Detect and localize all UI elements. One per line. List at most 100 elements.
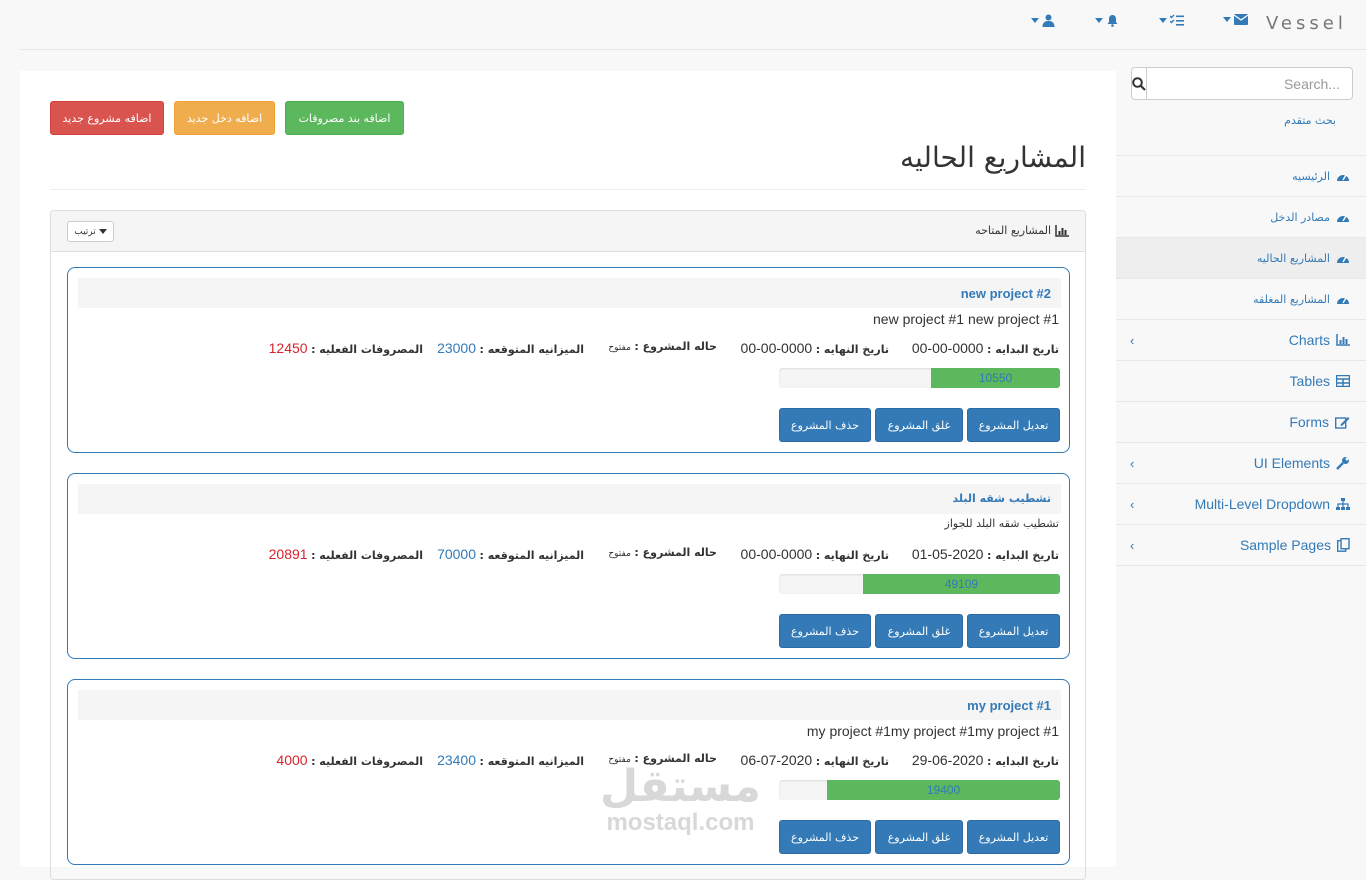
start-date-label: تاريخ البدايه :: [986, 755, 1059, 768]
top-navbar: Vessel: [20, 0, 1366, 50]
sidebar-item-sample-pages[interactable]: ‹ Sample Pages: [1116, 525, 1366, 566]
expected-budget: الميزانيه المتوقعه : 23400: [437, 752, 584, 768]
actual-expenses-label: المصروفات الفعليه :: [311, 755, 423, 768]
alerts-dropdown[interactable]: [1095, 14, 1119, 27]
panel-header: المشاريع المتاحه ترتيب: [51, 211, 1085, 252]
progress-bar-fill: 10550: [931, 368, 1060, 388]
add-income-button[interactable]: اضافه دخل جديد: [174, 101, 275, 135]
project-description: new project #1 new project #1: [873, 311, 1059, 327]
advanced-search-link[interactable]: بحث متقدم: [1284, 114, 1336, 127]
panel-title: المشاريع المتاحه: [975, 224, 1069, 237]
sidebar-item-label: Forms: [1289, 414, 1329, 430]
sitemap-icon: [1336, 498, 1350, 510]
sort-label: ترتيب: [74, 226, 96, 237]
project-card-header: my project #1: [78, 690, 1061, 720]
delete-project-button[interactable]: حذف المشروع: [779, 820, 871, 854]
chevron-left-icon: ‹: [1130, 497, 1135, 512]
sidebar: بحث متقدم الرئيسيه مصادر الدخل المشاريع …: [1116, 51, 1366, 867]
sidebar-item-current-projects[interactable]: المشاريع الحاليه: [1116, 238, 1366, 279]
project-card: تشطيب شقه البلد تشطيب شقه البلد للجواز ت…: [67, 473, 1070, 659]
edit-icon: [1335, 416, 1350, 429]
search-icon: [1132, 76, 1146, 91]
sidebar-item-tables[interactable]: Tables: [1116, 361, 1366, 402]
actual-expenses-label: المصروفات الفعليه :: [311, 343, 423, 356]
end-date-value: 0000-00-00: [740, 340, 813, 356]
project-title[interactable]: my project #1: [967, 698, 1051, 713]
expected-budget: الميزانيه المتوقعه : 23000: [437, 340, 584, 356]
start-date: تاريخ البدايه : 0000-00-00: [912, 340, 1059, 356]
project-title[interactable]: تشطيب شقه البلد: [953, 492, 1051, 505]
delete-project-button[interactable]: حذف المشروع: [779, 408, 871, 442]
project-title[interactable]: new project #2: [961, 286, 1051, 301]
sidebar-item-label: مصادر الدخل: [1270, 210, 1330, 224]
close-project-button[interactable]: غلق المشروع: [875, 408, 963, 442]
sort-dropdown[interactable]: ترتيب: [67, 221, 114, 242]
sidebar-item-income-sources[interactable]: مصادر الدخل: [1116, 197, 1366, 238]
start-date: تاريخ البدايه : 2020-05-01: [912, 546, 1059, 562]
project-status: حاله المشروع : مفتوح: [608, 340, 717, 353]
project-status: حاله المشروع : مفتوح: [608, 546, 717, 559]
end-date: تاريخ النهايه : 2020-07-06: [741, 752, 889, 768]
sidebar-item-multi-level-dropdown[interactable]: ‹ Multi-Level Dropdown: [1116, 484, 1366, 525]
watermark-latin: mostaql.com: [606, 809, 755, 836]
sidebar-item-ui-elements[interactable]: ‹ UI Elements: [1116, 443, 1366, 484]
start-date-label: تاريخ البدايه :: [986, 549, 1059, 562]
divider: [50, 189, 1086, 190]
sidebar-item-label: Sample Pages: [1239, 537, 1331, 553]
project-description: تشطيب شقه البلد للجواز: [944, 517, 1059, 530]
actual-expenses-label: المصروفات الفعليه :: [311, 549, 423, 562]
wrench-icon: [1336, 456, 1350, 470]
end-date-label: تاريخ النهايه :: [815, 549, 889, 562]
chevron-down-icon: [1159, 17, 1167, 23]
bar-chart-icon: [1336, 334, 1350, 346]
start-date: تاريخ البدايه : 2020-06-29: [912, 752, 1059, 768]
expected-budget-value: 23000: [437, 340, 477, 356]
dashboard-icon: [1336, 252, 1350, 264]
sidebar-item-home[interactable]: الرئيسيه: [1116, 156, 1366, 197]
edit-project-button[interactable]: تعديل المشروع: [967, 408, 1060, 442]
add-expense-button[interactable]: اضافه بند مصروفات: [285, 101, 404, 135]
sidebar-item-charts[interactable]: ‹ Charts: [1116, 320, 1366, 361]
sidebar-search: [1131, 67, 1353, 100]
edit-project-button[interactable]: تعديل المشروع: [967, 614, 1060, 648]
project-card-header: تشطيب شقه البلد: [78, 484, 1061, 514]
close-project-button[interactable]: غلق المشروع: [875, 820, 963, 854]
watermark-arabic: مستقل: [600, 761, 761, 812]
page-title: المشاريع الحاليه: [899, 141, 1086, 174]
sidebar-item-label: UI Elements: [1253, 455, 1330, 471]
bar-chart-icon: [1055, 224, 1069, 237]
delete-project-button[interactable]: حذف المشروع: [779, 614, 871, 648]
start-date-label: تاريخ البدايه :: [986, 343, 1059, 356]
add-project-button[interactable]: اضافه مشروع جديد: [50, 101, 164, 135]
expected-budget-label: الميزانيه المتوقعه :: [479, 343, 584, 356]
expected-budget-label: الميزانيه المتوقعه :: [479, 549, 584, 562]
panel-title-text: المشاريع المتاحه: [975, 224, 1051, 237]
project-card: my project #1 my project #1my project #1…: [67, 679, 1070, 865]
status-value: مفتوح: [608, 549, 631, 559]
progress-bar: 10550: [779, 368, 1060, 388]
envelope-icon: [1234, 14, 1248, 25]
brand-logo[interactable]: Vessel: [1266, 13, 1366, 34]
close-project-button[interactable]: غلق المشروع: [875, 614, 963, 648]
edit-project-button[interactable]: تعديل المشروع: [967, 820, 1060, 854]
dashboard-icon: [1336, 211, 1350, 223]
projects-panel: المشاريع المتاحه ترتيب new project #2 ne…: [50, 210, 1086, 880]
search-button[interactable]: [1131, 67, 1147, 100]
user-dropdown[interactable]: [1031, 14, 1055, 27]
tasks-icon: [1170, 14, 1184, 26]
sidebar-item-forms[interactable]: Forms: [1116, 402, 1366, 443]
sidebar-item-closed-projects[interactable]: المشاريع المغلقه: [1116, 279, 1366, 320]
project-description: my project #1my project #1my project #1: [806, 723, 1059, 739]
main-content: اضافه بند مصروفات اضافه دخل جديد اضافه م…: [20, 71, 1116, 880]
bell-icon: [1107, 15, 1118, 27]
actual-expenses-value: 4000: [276, 752, 308, 768]
messages-dropdown[interactable]: [1223, 14, 1248, 25]
table-icon: [1336, 375, 1350, 387]
sidebar-item-label: Tables: [1289, 373, 1330, 389]
end-date-value: 0000-00-00: [740, 546, 813, 562]
end-date-label: تاريخ النهايه :: [815, 343, 889, 356]
search-input[interactable]: [1147, 67, 1353, 100]
actual-expenses-value: 20891: [268, 546, 308, 562]
tasks-dropdown[interactable]: [1159, 14, 1184, 26]
files-icon: [1337, 538, 1350, 552]
